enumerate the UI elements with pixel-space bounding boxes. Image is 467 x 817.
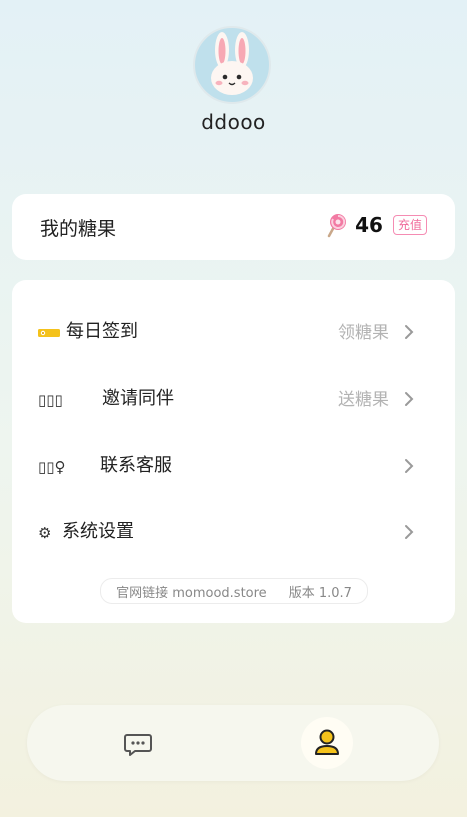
footer-info: 官网链接 momood.store 版本 1.0.7: [100, 578, 368, 604]
username: ddooo: [201, 110, 266, 134]
version-label: 版本 1.0.7: [288, 585, 352, 601]
candy-count: 46: [355, 213, 383, 237]
menu-item-daily-checkin[interactable]: 每日签到 领糖果: [12, 300, 455, 366]
candy-title: 我的糖果: [40, 218, 117, 240]
menu-card: 每日签到 领糖果 ▯▯▯ 邀请同伴 送糖果 ▯▯♀ 联系客服 ⚙ 系统设置 官网…: [12, 280, 455, 623]
avatar[interactable]: [193, 26, 271, 104]
recharge-button[interactable]: 充值: [392, 215, 427, 235]
tab-me[interactable]: [301, 717, 353, 769]
chevron-right-icon: [405, 325, 414, 339]
bunny-avatar-icon: [211, 32, 253, 95]
gear-icon: ⚙: [38, 524, 52, 542]
website-link[interactable]: 官网链接 momood.store: [116, 582, 267, 601]
ticket-icon: [38, 322, 60, 345]
menu-value: 送糖果: [338, 390, 389, 410]
menu-label: 联系客服: [100, 455, 172, 476]
chat-bubble-icon[interactable]: [123, 729, 153, 759]
bottom-tab-bar: [27, 705, 439, 781]
candy-card[interactable]: 我的糖果 46 充值: [12, 194, 455, 260]
user-icon: [315, 729, 339, 755]
support-icon: ▯▯♀: [38, 458, 66, 476]
menu-item-support[interactable]: ▯▯♀ 联系客服: [12, 434, 455, 500]
chevron-right-icon: [405, 392, 414, 406]
menu-value: 领糖果: [338, 323, 389, 343]
lollipop-icon: [327, 214, 347, 238]
chevron-right-icon: [405, 525, 414, 539]
menu-item-settings[interactable]: ⚙ 系统设置: [12, 500, 455, 566]
chevron-right-icon: [405, 459, 414, 473]
menu-label: 每日签到: [66, 321, 138, 342]
menu-label: 邀请同伴: [102, 388, 174, 409]
group-icon: ▯▯▯: [38, 391, 63, 409]
menu-label: 系统设置: [62, 521, 134, 542]
menu-item-invite[interactable]: ▯▯▯ 邀请同伴 送糖果: [12, 367, 455, 433]
